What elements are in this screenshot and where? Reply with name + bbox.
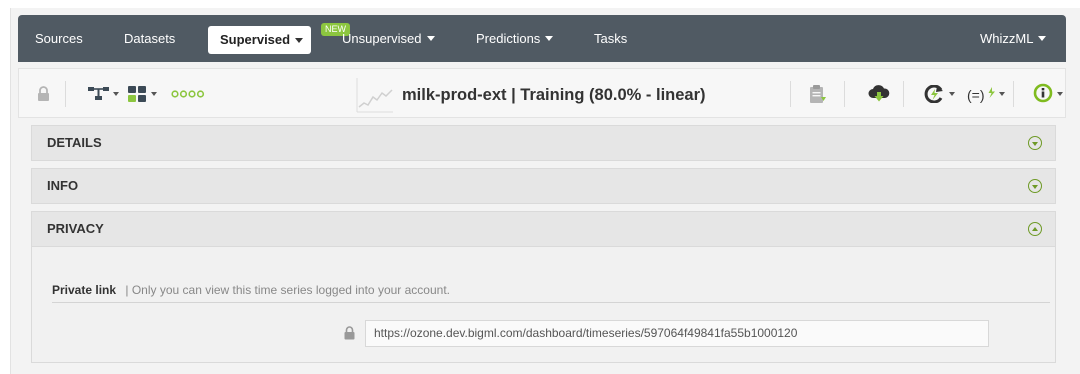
private-link-field-row [344,319,989,347]
svg-text:(=): (=) [967,87,985,103]
model-tree-icon [88,87,109,100]
toolbar-separator [65,81,66,107]
nav-predictions[interactable]: Predictions [476,15,554,62]
chevron-down-icon [999,92,1005,96]
dataset-button[interactable] [127,69,157,119]
nav-whizzml[interactable]: WhizzML [980,15,1047,62]
retrain-icon [924,85,943,103]
top-navigation: Sources Datasets Supervised NEW Unsuperv… [18,15,1066,62]
nav-predictions-label: Predictions [476,31,541,46]
chevron-down-icon [426,36,435,41]
chevron-down-icon [1057,92,1063,96]
toolbar-separator [790,81,791,107]
formula-icon: (=) [967,87,995,103]
lock-icon [344,326,355,340]
model-tree-button[interactable] [87,69,119,119]
nav-tasks-label: Tasks [594,31,628,46]
chevron-down-icon [949,92,955,96]
nav-sources[interactable]: Sources [35,15,83,62]
expand-icon[interactable] [1028,179,1042,193]
nav-unsupervised[interactable]: Unsupervised [342,15,435,62]
chevron-down-icon [151,92,157,96]
nav-whizzml-label: WhizzML [980,31,1034,46]
details-panel-title: DETAILS [47,135,102,150]
info-panel-header[interactable]: INFO [31,168,1056,204]
formula-button[interactable]: (=) [967,69,1005,119]
info-button[interactable] [1033,69,1063,119]
collapse-icon[interactable] [1028,222,1042,236]
details-panel-header[interactable]: DETAILS [31,125,1056,161]
nav-tasks[interactable]: Tasks [594,15,627,62]
nav-datasets[interactable]: Datasets [124,15,175,62]
report-download-icon[interactable] [809,69,827,119]
private-link-input[interactable] [365,319,989,347]
toolbar-separator [844,81,845,107]
chevron-down-icon [113,92,119,96]
lock-icon[interactable] [37,69,50,119]
resource-title-area: milk-prod-ext | Training (80.0% - linear… [356,75,736,115]
chevron-down-icon [545,36,554,41]
private-link-row: Private link | Only you can view this ti… [52,283,1050,303]
chevron-down-icon [295,37,304,43]
info-icon [1033,83,1053,103]
private-link-description: | Only you can view this time series log… [125,283,450,297]
nav-datasets-label: Datasets [124,31,176,46]
dataset-icon [128,86,146,102]
nav-supervised-label: Supervised [220,32,291,47]
expand-icon[interactable] [1028,136,1042,150]
toolbar-separator [903,81,904,107]
toolbar-separator [1013,81,1014,107]
resource-title: milk-prod-ext | Training (80.0% - linear… [402,85,706,104]
privacy-panel-title: PRIVACY [47,221,104,236]
retrain-button[interactable] [923,69,955,119]
privacy-panel-body: Private link | Only you can view this ti… [31,247,1056,363]
chevron-down-icon [1038,36,1047,41]
private-link-label: Private link [52,283,117,297]
cloud-download-icon[interactable] [868,69,890,119]
nav-sources-label: Sources [35,31,83,46]
info-panel-title: INFO [47,178,79,193]
nav-unsupervised-label: Unsupervised [342,31,422,46]
resource-toolbar: milk-prod-ext | Training (80.0% - linear… [18,68,1066,118]
more-dots-icon[interactable] [171,69,205,119]
sparkline-icon [356,78,393,113]
nav-supervised[interactable]: Supervised [208,26,312,54]
privacy-panel-header[interactable]: PRIVACY [31,211,1056,247]
